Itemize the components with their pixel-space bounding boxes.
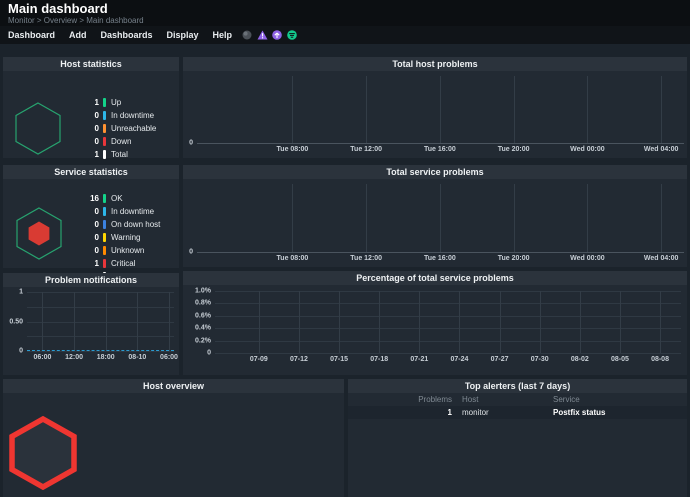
downtime-color-swatch xyxy=(103,207,106,216)
total-color-swatch xyxy=(103,150,106,159)
alerter-host-link[interactable]: monitor xyxy=(452,408,543,417)
total-service-problems-title[interactable]: Total service problems xyxy=(183,165,687,179)
top-alerters-title[interactable]: Top alerters (last 7 days) xyxy=(348,379,687,393)
host-overview-hexagon[interactable] xyxy=(9,416,77,490)
panel-host-overview: Host overview xyxy=(3,379,344,497)
downtime-color-swatch xyxy=(103,111,106,120)
up-arrow-icon[interactable] xyxy=(272,30,282,40)
legend-item-ok[interactable]: 16OK xyxy=(73,192,160,205)
host-overview-title[interactable]: Host overview xyxy=(3,379,344,393)
menu-add[interactable]: Add xyxy=(69,30,87,40)
critical-color-swatch xyxy=(103,259,106,268)
menu-display[interactable]: Display xyxy=(167,30,199,40)
ok-color-swatch xyxy=(103,194,106,203)
legend-item-in-downtime[interactable]: 0In downtime xyxy=(73,109,156,122)
alerter-service-link[interactable]: Postfix status xyxy=(543,408,687,417)
unreachable-color-swatch xyxy=(103,124,106,133)
page-title: Main dashboard xyxy=(8,1,108,16)
total-host-problems-title[interactable]: Total host problems xyxy=(183,57,687,71)
legend-item-critical[interactable]: 1Critical xyxy=(73,257,160,270)
total-service-problems-chart: Tue 08:00Tue 12:00Tue 16:00Tue 20:00Wed … xyxy=(197,184,684,253)
panel-host-statistics: Host statistics 1Up 0In downtime 0Unreac… xyxy=(3,57,179,158)
critical-inner-hexagon xyxy=(29,222,50,246)
legend-item-unreachable[interactable]: 0Unreachable xyxy=(73,122,156,135)
unknown-color-swatch xyxy=(103,246,106,255)
legend-item-in-downtime[interactable]: 0In downtime xyxy=(73,205,160,218)
service-statistics-title[interactable]: Service statistics xyxy=(3,165,179,179)
legend-item-on-down-host[interactable]: 0On down host xyxy=(73,218,160,231)
table-row: 1 monitor Postfix status xyxy=(348,406,687,419)
panel-total-host-problems: Total host problems Tue 08:00Tue 12:00Tu… xyxy=(183,57,687,158)
legend-item-down[interactable]: 0Down xyxy=(73,135,156,148)
up-color-swatch xyxy=(103,98,106,107)
panel-service-statistics: Service statistics 16OK 0In downtime 0On… xyxy=(3,165,179,268)
column-header-host[interactable]: Host xyxy=(452,395,543,404)
alerter-problem-count: 1 xyxy=(348,408,452,417)
menu-bar: Dashboard Add Dashboards Display Help xyxy=(0,26,690,44)
service-statistics-legend: 16OK 0In downtime 0On down host 0Warning… xyxy=(73,192,160,283)
legend-item-warning[interactable]: 0Warning xyxy=(73,231,160,244)
menu-dashboards[interactable]: Dashboards xyxy=(101,30,153,40)
menu-icon-group xyxy=(242,30,297,40)
legend-item-up[interactable]: 1Up xyxy=(73,96,156,109)
panel-top-alerters: Top alerters (last 7 days) Problems Host… xyxy=(348,379,687,497)
menu-dashboard[interactable]: Dashboard xyxy=(8,30,55,40)
breadcrumb[interactable]: Monitor > Overview > Main dashboard xyxy=(8,16,144,25)
column-header-service[interactable]: Service xyxy=(543,395,687,404)
percentage-service-problems-title[interactable]: Percentage of total service problems xyxy=(183,271,687,285)
panel-total-service-problems: Total service problems Tue 08:00Tue 12:0… xyxy=(183,165,687,267)
warning-color-swatch xyxy=(103,233,106,242)
filter-icon[interactable] xyxy=(287,30,297,40)
service-state-hexagon[interactable] xyxy=(16,207,62,260)
top-alerters-header-row: Problems Host Service xyxy=(348,393,687,406)
down-color-swatch xyxy=(103,137,106,146)
legend-item-total[interactable]: 1Total xyxy=(73,148,156,161)
panel-percentage-service-problems: Percentage of total service problems 07-… xyxy=(183,271,687,375)
sphere-icon[interactable] xyxy=(242,30,252,40)
host-state-hexagon[interactable] xyxy=(15,102,61,155)
percentage-service-problems-chart: 07-0907-1207-1507-1807-2107-2407-2707-30… xyxy=(215,291,681,353)
top-header: Main dashboard Monitor > Overview > Main… xyxy=(0,0,690,26)
host-statistics-legend: 1Up 0In downtime 0Unreachable 0Down 1Tot… xyxy=(73,96,156,161)
host-statistics-title[interactable]: Host statistics xyxy=(3,57,179,71)
column-header-problems[interactable]: Problems xyxy=(348,395,452,404)
warning-triangle-icon[interactable] xyxy=(257,30,267,40)
problem-notifications-title[interactable]: Problem notifications xyxy=(3,273,179,287)
menu-help[interactable]: Help xyxy=(213,30,233,40)
legend-item-unknown[interactable]: 0Unknown xyxy=(73,244,160,257)
on-down-host-color-swatch xyxy=(103,220,106,229)
total-host-problems-chart: Tue 08:00Tue 12:00Tue 16:00Tue 20:00Wed … xyxy=(197,76,684,144)
panel-problem-notifications: Problem notifications 06:0012:0018:0008-… xyxy=(3,273,179,375)
problem-notifications-chart: 06:0012:0018:0008-1006:0010.500 xyxy=(27,292,174,351)
